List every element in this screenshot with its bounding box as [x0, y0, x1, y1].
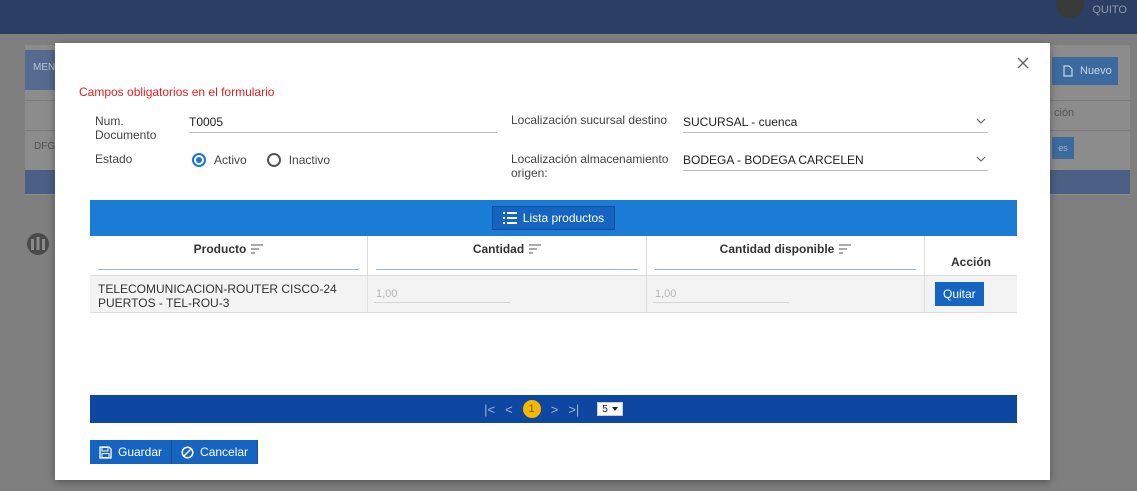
user-name: QUITO	[1092, 4, 1127, 16]
sort-icon[interactable]	[839, 244, 852, 254]
app-topbar	[0, 0, 1137, 34]
column-header-producto[interactable]: Producto	[90, 236, 368, 275]
column-header-label: Cantidad disponible	[719, 242, 835, 256]
filter-input[interactable]	[655, 269, 916, 270]
cell-producto: TELECOMUNICACION-ROUTER CISCO-24 PUERTOS…	[90, 276, 368, 312]
cancel-icon	[181, 445, 194, 459]
column-header-label: Producto	[193, 242, 247, 256]
almacen-selected-value: BODEGA - BODEGA CARCELEN	[683, 153, 864, 167]
new-button[interactable]: Nuevo	[1052, 57, 1118, 85]
page-size-value: 5	[602, 403, 608, 415]
file-icon	[1063, 65, 1073, 77]
estado-label: Estado	[95, 152, 133, 166]
estado-option-activo: Activo	[214, 153, 247, 167]
page-size-select[interactable]: 5	[597, 402, 623, 416]
cell-cantidad: 1,00	[368, 276, 647, 312]
cell-disponible: 1,00	[647, 276, 925, 312]
background-action-button[interactable]: es	[1052, 137, 1074, 159]
chevron-down-icon	[976, 118, 986, 124]
close-icon[interactable]	[1015, 55, 1031, 71]
column-header-label: Cantidad	[472, 242, 525, 256]
list-icon	[502, 212, 517, 224]
almacen-select[interactable]: BODEGA - BODEGA CARCELEN	[683, 153, 988, 171]
sucursal-select[interactable]: SUCURSAL - cuenca	[683, 115, 988, 133]
chevron-down-icon	[976, 156, 986, 162]
required-fields-note: Campos obligatorios en el formulario	[79, 85, 275, 99]
product-list-button-label: Lista productos	[522, 211, 605, 225]
remove-button[interactable]: Quitar	[935, 282, 984, 306]
transfer-modal: Campos obligatorios en el formulario Num…	[55, 43, 1050, 480]
filter-input[interactable]	[98, 269, 359, 270]
cantidad-input[interactable]: 1,00	[376, 288, 397, 300]
sort-icon[interactable]	[529, 244, 542, 254]
sucursal-label: Localización sucursal destino	[511, 113, 668, 127]
radio-unchecked-icon	[266, 153, 281, 167]
footer-actions: Guardar Cancelar	[90, 440, 259, 464]
save-button[interactable]: Guardar	[90, 440, 173, 464]
num-documento-field[interactable]: T0005	[189, 115, 497, 133]
estado-radio-inactivo[interactable]: Inactivo	[266, 153, 331, 167]
background-column-label: ción	[1054, 107, 1075, 119]
sort-icon[interactable]	[251, 244, 264, 254]
product-list-button[interactable]: Lista productos	[491, 206, 616, 230]
table-header: Producto Cantidad Cantidad disponible Ac…	[90, 236, 1017, 276]
next-page-button[interactable]: >	[551, 402, 559, 417]
table-toolbar: Lista productos	[90, 200, 1017, 236]
cell-accion: Quitar	[925, 276, 1017, 312]
column-header-accion: Acción	[925, 236, 1017, 275]
first-page-button[interactable]: |<	[484, 402, 495, 417]
logo-icon	[27, 233, 49, 255]
current-page[interactable]: 1	[522, 400, 541, 418]
column-header-disponible[interactable]: Cantidad disponible	[647, 236, 925, 275]
background-row-label: DFG	[34, 141, 56, 152]
prev-page-button[interactable]: <	[505, 402, 513, 417]
save-button-label: Guardar	[118, 445, 163, 459]
table-row: TELECOMUNICACION-ROUTER CISCO-24 PUERTOS…	[90, 276, 1017, 313]
input-underline	[653, 302, 789, 303]
input-underline	[374, 302, 510, 303]
column-header-cantidad[interactable]: Cantidad	[368, 236, 647, 275]
estado-radio-activo[interactable]: Activo	[192, 153, 247, 167]
sucursal-selected-value: SUCURSAL - cuenca	[683, 115, 798, 129]
save-icon	[99, 445, 112, 459]
avatar[interactable]	[1056, 0, 1085, 18]
cancel-button[interactable]: Cancelar	[172, 440, 259, 464]
paginator: |< < 1 > >| 5	[90, 395, 1017, 423]
column-header-label: Acción	[950, 255, 991, 269]
num-documento-label: Num. Documento	[95, 114, 157, 142]
new-button-label: Nuevo	[1080, 65, 1112, 77]
products-table: Lista productos Producto Cantidad Cantid…	[90, 200, 1017, 313]
filter-input[interactable]	[376, 269, 638, 270]
estado-radio-group: Activo Inactivo	[192, 153, 330, 167]
user-menu[interactable]: QUITO	[1056, 0, 1127, 20]
radio-checked-icon	[192, 153, 206, 167]
cancel-button-label: Cancelar	[200, 445, 249, 459]
disponible-value: 1,00	[655, 288, 677, 300]
caret-down-icon	[611, 407, 618, 411]
estado-option-inactivo: Inactivo	[288, 153, 331, 167]
last-page-button[interactable]: >|	[568, 402, 579, 417]
almacen-label: Localización almacenamiento origen:	[511, 152, 669, 180]
